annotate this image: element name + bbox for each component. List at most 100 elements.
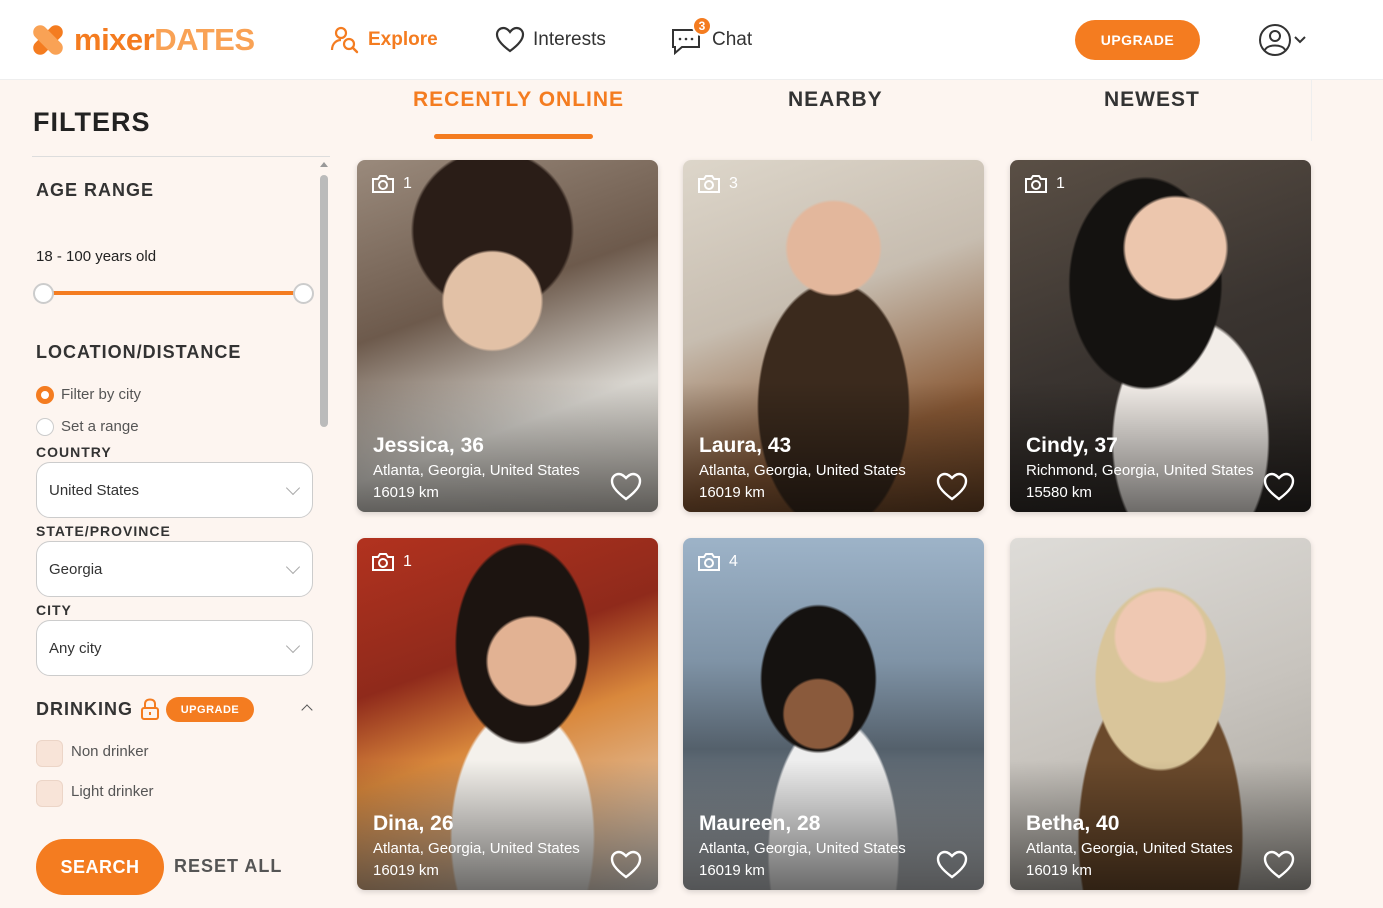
tab-newest[interactable]: NEWEST: [1104, 88, 1200, 112]
profile-distance: 16019 km: [699, 484, 765, 501]
profile-name: Laura, 43: [699, 434, 792, 457]
chevron-down-icon: [1294, 36, 1306, 44]
profile-location: Atlanta, Georgia, United States: [699, 840, 906, 857]
user-menu[interactable]: [1258, 22, 1308, 58]
mixerdates-logo[interactable]: mixerDATES: [30, 20, 255, 60]
filters-sidebar: FILTERS AGE RANGE 18 - 100 years old LOC…: [0, 80, 335, 908]
country-select[interactable]: United States: [36, 462, 313, 518]
nav-explore[interactable]: Explore: [330, 22, 438, 58]
logo-x-icon: [30, 22, 66, 58]
reset-all-button[interactable]: RESET ALL: [174, 856, 282, 877]
profile-distance: 16019 km: [699, 862, 765, 879]
profile-location: Richmond, Georgia, United States: [1026, 462, 1254, 479]
like-heart-icon[interactable]: [610, 850, 642, 880]
profile-card[interactable]: 1 Jessica, 36 Atlanta, Georgia, United S…: [357, 160, 658, 512]
checkbox-light-drinker-label: Light drinker: [71, 783, 154, 800]
photo-count: 3: [697, 174, 738, 194]
profile-name: Maureen, 28: [699, 812, 821, 835]
camera-icon: [1025, 175, 1047, 193]
profile-card[interactable]: 1 Cindy, 37 Richmond, Georgia, United St…: [1010, 160, 1311, 512]
checkbox-non-drinker[interactable]: [36, 740, 63, 767]
filters-title: FILTERS: [33, 107, 151, 137]
tab-nearby[interactable]: NEARBY: [788, 88, 883, 112]
profile-card[interactable]: Betha, 40 Atlanta, Georgia, United State…: [1010, 538, 1311, 890]
radio-filter-by-city[interactable]: [36, 386, 54, 404]
profile-location: Atlanta, Georgia, United States: [373, 840, 580, 857]
state-value: Georgia: [49, 560, 103, 578]
photo-count: 1: [1024, 174, 1065, 194]
filters-divider: [32, 156, 330, 157]
radio-filter-by-city-label: Filter by city: [61, 386, 142, 403]
location-title: LOCATION/DISTANCE: [36, 342, 242, 362]
logo-wordmark: mixerDATES: [74, 22, 255, 57]
nav-interests-label: Interests: [533, 29, 606, 50]
profile-card[interactable]: 1 Dina, 26 Atlanta, Georgia, United Stat…: [357, 538, 658, 890]
chat-unread-badge: 3: [692, 16, 712, 36]
profile-distance: 16019 km: [373, 862, 439, 879]
city-value: Any city: [49, 639, 102, 657]
nav-explore-label: Explore: [368, 29, 438, 50]
nav-chat-label: Chat: [712, 29, 753, 50]
profile-distance: 16019 km: [373, 484, 439, 501]
like-heart-icon[interactable]: [936, 850, 968, 880]
photo-count-value: 3: [729, 175, 738, 192]
photo-count: 1: [371, 552, 412, 572]
photo-count-value: 4: [729, 553, 738, 570]
photo-count-value: 1: [403, 175, 412, 192]
age-range-value: 18 - 100 years old: [36, 248, 157, 265]
profile-distance: 15580 km: [1026, 484, 1092, 501]
age-min-handle[interactable]: [33, 283, 54, 304]
nav-interests[interactable]: Interests: [495, 22, 606, 58]
age-range-title: AGE RANGE: [36, 180, 155, 200]
top-header: mixerDATES Explore Interests 3 Chat UPGR…: [0, 0, 1383, 80]
country-label: COUNTRY: [36, 444, 112, 460]
chevron-up-icon[interactable]: [301, 704, 313, 716]
profile-location: Atlanta, Georgia, United States: [1026, 840, 1233, 857]
sidebar-scrollbar[interactable]: [320, 175, 328, 427]
photo-count-value: 1: [403, 553, 412, 570]
profile-location: Atlanta, Georgia, United States: [699, 462, 906, 479]
age-max-handle[interactable]: [293, 283, 314, 304]
like-heart-icon[interactable]: [936, 472, 968, 502]
chevron-down-icon: [285, 559, 301, 575]
checkbox-non-drinker-label: Non drinker: [71, 743, 149, 760]
nav-chat[interactable]: 3 Chat: [670, 16, 753, 58]
camera-icon: [372, 175, 394, 193]
photo-count: 4: [697, 552, 738, 572]
profile-name: Dina, 26: [373, 812, 454, 835]
active-tab-indicator: [434, 134, 593, 139]
profile-name: Betha, 40: [1026, 812, 1120, 835]
header-upgrade-button[interactable]: UPGRADE: [1075, 20, 1200, 60]
like-heart-icon[interactable]: [610, 472, 642, 502]
photo-count: 1: [371, 174, 412, 194]
camera-icon: [372, 553, 394, 571]
tab-recently-online[interactable]: RECENTLY ONLINE: [413, 88, 624, 112]
state-select[interactable]: Georgia: [36, 541, 313, 597]
photo-count-value: 1: [1056, 175, 1065, 192]
search-button[interactable]: SEARCH: [36, 839, 164, 895]
radio-set-range-label: Set a range: [61, 418, 139, 435]
profile-card[interactable]: 4 Maureen, 28 Atlanta, Georgia, United S…: [683, 538, 984, 890]
profile-card[interactable]: 3 Laura, 43 Atlanta, Georgia, United Sta…: [683, 160, 984, 512]
state-label: STATE/PROVINCE: [36, 523, 171, 539]
city-label: CITY: [36, 602, 72, 618]
like-heart-icon[interactable]: [1263, 472, 1295, 502]
scroll-up-icon[interactable]: [320, 162, 328, 167]
age-slider-track[interactable]: [44, 291, 304, 295]
chevron-down-icon: [285, 480, 301, 496]
profile-name: Cindy, 37: [1026, 434, 1118, 457]
lock-icon: [141, 698, 159, 720]
drinking-upgrade-button[interactable]: UPGRADE: [166, 697, 254, 722]
chevron-down-icon: [285, 638, 301, 654]
profile-location: Atlanta, Georgia, United States: [373, 462, 580, 479]
explore-icon: [330, 26, 359, 54]
city-select[interactable]: Any city: [36, 620, 313, 676]
like-heart-icon[interactable]: [1263, 850, 1295, 880]
radio-set-range[interactable]: [36, 418, 54, 436]
camera-icon: [698, 175, 720, 193]
heart-icon: [495, 26, 525, 53]
drinking-title: DRINKING: [36, 699, 133, 719]
checkbox-light-drinker[interactable]: [36, 780, 63, 807]
profile-name: Jessica, 36: [373, 434, 484, 457]
results-tabs: RECENTLY ONLINE NEARBY NEWEST: [354, 80, 1312, 141]
